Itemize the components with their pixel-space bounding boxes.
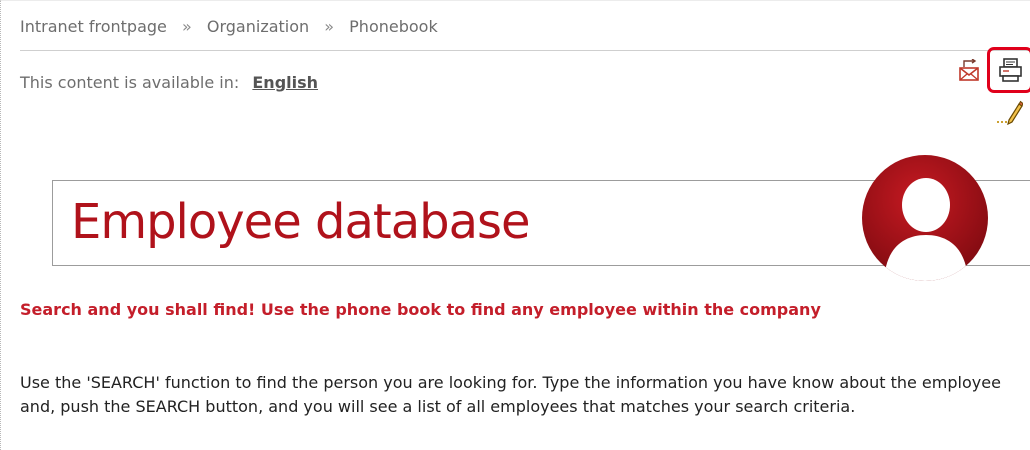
breadcrumb-separator: » (181, 17, 192, 36)
language-link-english[interactable]: English (252, 73, 318, 92)
page-tools (955, 47, 1030, 131)
print-icon (999, 58, 1022, 82)
language-availability: This content is available in: English (20, 73, 318, 92)
breadcrumb-item-phonebook[interactable]: Phonebook (349, 17, 438, 36)
email-icon[interactable] (958, 59, 982, 83)
breadcrumb-item-intranet-frontpage[interactable]: Intranet frontpage (20, 17, 167, 36)
breadcrumb-separator: » (324, 17, 335, 36)
breadcrumb-item-organization[interactable]: Organization (207, 17, 309, 36)
lead-text: Search and you shall find! Use the phone… (20, 300, 821, 319)
language-label: This content is available in: (20, 73, 240, 92)
body-text: Use the 'SEARCH' function to find the pe… (20, 373, 1001, 416)
person-icon (862, 155, 988, 281)
breadcrumb-divider (20, 50, 1030, 51)
page-title: Employee database (71, 194, 531, 250)
breadcrumb: Intranet frontpage » Organization » Phon… (20, 17, 438, 36)
print-button[interactable] (987, 47, 1030, 93)
edit-icon[interactable] (995, 99, 1023, 125)
